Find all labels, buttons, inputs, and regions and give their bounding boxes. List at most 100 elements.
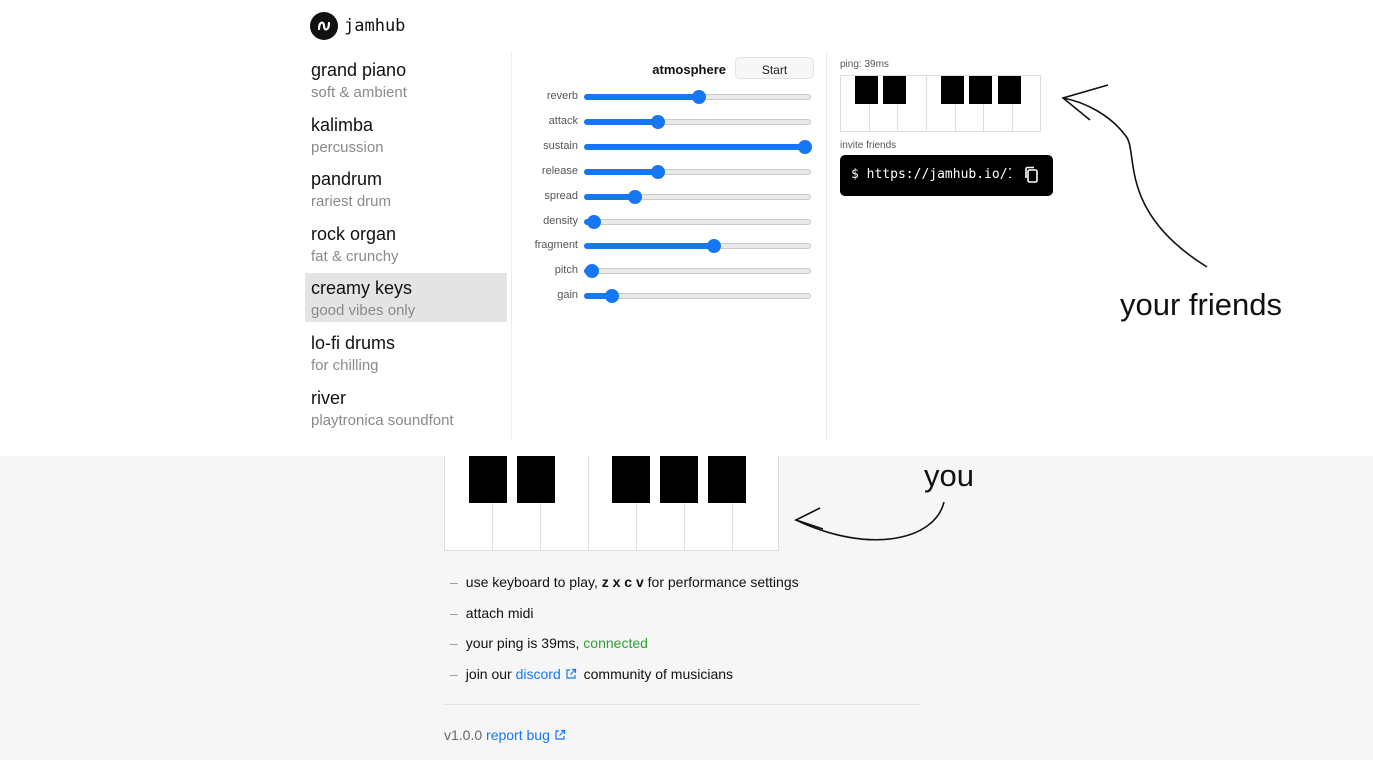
logo[interactable]: jamhub [310, 12, 405, 40]
pitch-slider-track[interactable] [584, 264, 811, 279]
invite-command: $ https://jamhub.io/12 [851, 167, 1011, 182]
black-key[interactable] [660, 456, 698, 503]
instrument-description: percussion [311, 138, 384, 156]
friends-keyboard [840, 75, 1041, 132]
spread-slider-fill [584, 193, 634, 200]
instrument-item-grand-piano[interactable]: grand piano soft & ambient [305, 55, 507, 104]
instrument-item-rock-organ[interactable]: rock organ fat & crunchy [305, 219, 507, 268]
dash: – [450, 604, 458, 621]
you-annotation: you [924, 458, 974, 493]
slider-spread: spread [512, 189, 826, 207]
instrument-item-river[interactable]: river playtronica soundfont [305, 383, 507, 432]
slider-reverb: reverb [512, 89, 826, 107]
instrument-name: creamy keys [311, 278, 413, 299]
friends-arrow-icon [1061, 84, 1208, 268]
fragment-slider-fill [584, 243, 714, 250]
release-slider-fill [584, 168, 657, 175]
instrument-description: rariest drum [311, 193, 392, 211]
discord-link[interactable]: discord [516, 666, 561, 682]
slider-label: sustain [543, 139, 578, 152]
slider-label: pitch [554, 264, 578, 277]
release-slider-thumb[interactable] [650, 164, 665, 179]
instrument-description: fat & crunchy [311, 247, 399, 265]
instrument-name: pandrum [311, 169, 383, 190]
sustain-slider-thumb[interactable] [798, 139, 812, 154]
fragment-slider-thumb[interactable] [707, 239, 722, 254]
black-key [855, 76, 878, 104]
gain-slider-track[interactable] [584, 289, 811, 304]
spread-slider-thumb[interactable] [627, 189, 642, 204]
instrument-item-kalimba[interactable]: kalimba percussion [305, 110, 507, 159]
divider [444, 704, 920, 705]
invite-label: invite friends [840, 140, 897, 151]
density-slider-track[interactable] [584, 214, 811, 229]
density-slider-thumb[interactable] [587, 214, 602, 229]
sustain-slider-fill [584, 143, 804, 150]
top-panel: jamhub grand piano soft & ambient kalimba p… [0, 0, 1373, 456]
instrument-item-lo-fi-drums[interactable]: lo-fi drums for chilling [305, 328, 507, 377]
info-text: your ping is 39ms, [465, 635, 584, 652]
copy-icon[interactable] [1022, 165, 1042, 189]
connection-status: connected [583, 635, 648, 652]
black-key [998, 76, 1021, 104]
slider-release: release [512, 164, 826, 182]
key-hint: z x c v [601, 574, 644, 590]
black-key [941, 76, 964, 104]
black-key[interactable] [517, 456, 555, 503]
instrument-item-creamy-keys[interactable]: creamy keys good vibes only [305, 273, 507, 323]
reverb-slider-track[interactable] [584, 90, 811, 104]
reverb-slider-thumb[interactable] [691, 90, 706, 104]
you-arrow-icon [793, 501, 945, 541]
black-key[interactable] [469, 456, 507, 503]
info-list: – use keyboard to play, z x c v for perfo… [450, 572, 799, 695]
ping-label: ping: 39ms [840, 59, 889, 70]
instrument-name: rock organ [311, 223, 397, 244]
spread-slider-track[interactable] [584, 189, 811, 204]
jamhub-logo-icon [310, 12, 338, 40]
attack-slider-thumb[interactable] [650, 114, 665, 129]
instrument-item-pandrum[interactable]: pandrum rariest drum [305, 164, 507, 213]
external-link-icon[interactable] [554, 728, 566, 744]
report-bug-link[interactable]: report bug [486, 727, 550, 743]
controls-header: atmosphere Start [512, 57, 814, 81]
black-key[interactable] [612, 456, 650, 503]
list-item: – join our discord community of musicians [450, 664, 799, 695]
preset-name: atmosphere [652, 62, 726, 77]
slider-label: reverb [546, 90, 578, 102]
gain-slider-thumb[interactable] [605, 289, 620, 304]
info-text: for performance settings [643, 574, 799, 590]
slider-fragment: fragment [512, 238, 826, 256]
attack-slider-fill [584, 118, 657, 125]
instrument-description: for chilling [311, 356, 379, 374]
start-button[interactable]: Start [735, 57, 814, 79]
instrument-name: lo-fi drums [311, 332, 396, 353]
sustain-slider-track[interactable] [584, 139, 812, 154]
instrument-name: river [311, 387, 346, 408]
slider-label: density [543, 214, 578, 227]
slider-label: spread [544, 189, 578, 202]
slider-pitch: pitch [512, 263, 826, 281]
attack-slider-track[interactable] [584, 114, 811, 129]
slider-label: attack [548, 114, 578, 127]
slider-attack: attack [512, 114, 826, 132]
release-slider-track[interactable] [584, 164, 811, 179]
slider-density: density [512, 214, 826, 232]
version-label: v1.0.0 [444, 727, 483, 743]
slider-label: fragment [534, 239, 578, 252]
pitch-slider-thumb[interactable] [585, 264, 599, 279]
slider-label: release [541, 164, 578, 177]
slider-gain: gain [512, 288, 826, 306]
instrument-description: soft & ambient [311, 84, 407, 101]
black-key[interactable] [708, 456, 746, 503]
slider-label: gain [557, 289, 578, 302]
fragment-slider-track[interactable] [584, 239, 811, 254]
external-link-icon[interactable] [565, 665, 577, 685]
your-friends-annotation: your friends [1120, 287, 1282, 322]
info-text: attach midi [465, 604, 534, 621]
instrument-name: kalimba [311, 114, 374, 135]
invite-link-box[interactable]: $ https://jamhub.io/12 [840, 155, 1053, 196]
black-key [883, 76, 906, 104]
your-keyboard[interactable] [444, 456, 779, 551]
slider-sustain: sustain [512, 139, 826, 157]
dash: – [450, 635, 458, 652]
